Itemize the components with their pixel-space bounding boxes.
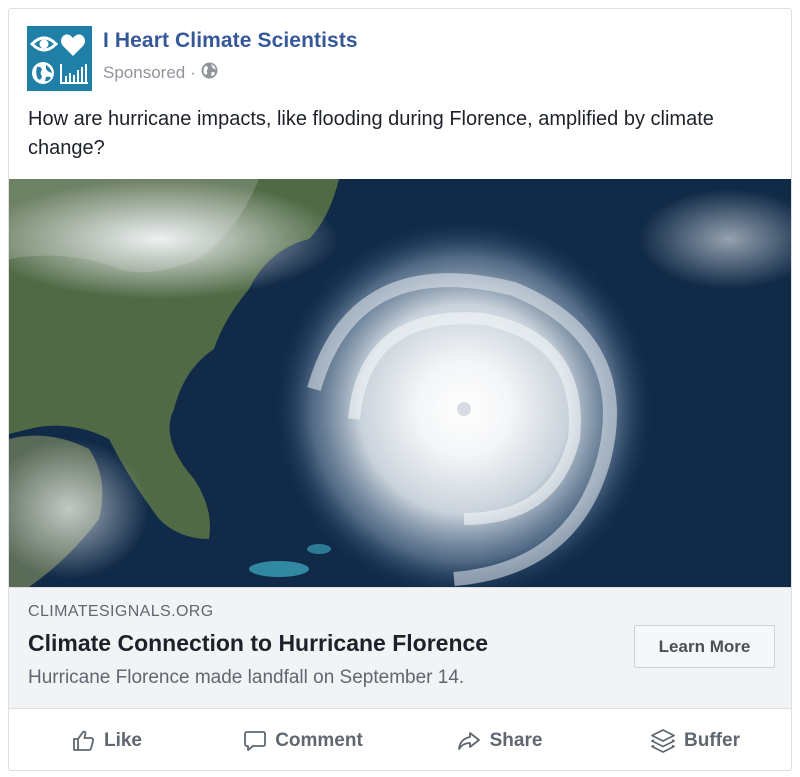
share-arrow-icon bbox=[456, 729, 482, 753]
post-meta: Sponsored · bbox=[103, 62, 218, 84]
globe-icon bbox=[32, 62, 54, 84]
hurricane-satellite-image[interactable] bbox=[9, 179, 791, 587]
sponsored-post-card: I Heart Climate Scientists Sponsored · H… bbox=[8, 8, 792, 771]
link-description: Hurricane Florence made landfall on Sept… bbox=[28, 667, 465, 688]
post-text: How are hurricane impacts, like flooding… bbox=[28, 108, 714, 159]
thumbs-up-icon bbox=[72, 729, 96, 753]
post-actions-bar: Like Comment Share Buffer bbox=[9, 709, 791, 770]
link-title[interactable]: Climate Connection to Hurricane Florence bbox=[28, 630, 488, 657]
meta-separator: · bbox=[190, 63, 196, 82]
learn-more-button[interactable]: Learn More bbox=[634, 625, 775, 668]
buffer-button[interactable]: Buffer bbox=[597, 728, 791, 754]
buffer-stack-icon bbox=[650, 728, 676, 754]
share-button[interactable]: Share bbox=[401, 729, 597, 753]
heart-icon bbox=[61, 34, 85, 56]
page-avatar[interactable] bbox=[27, 26, 92, 91]
comment-button[interactable]: Comment bbox=[205, 729, 401, 753]
comment-label: Comment bbox=[275, 729, 363, 751]
eye-icon bbox=[29, 36, 59, 52]
comment-icon bbox=[243, 729, 267, 753]
link-domain: CLIMATESIGNALS.ORG bbox=[28, 603, 214, 620]
buffer-label: Buffer bbox=[684, 729, 740, 751]
like-button[interactable]: Like bbox=[9, 729, 205, 753]
like-label: Like bbox=[103, 729, 143, 751]
link-preview[interactable]: CLIMATESIGNALS.ORG Climate Connection to… bbox=[9, 587, 791, 709]
share-label: Share bbox=[489, 729, 543, 751]
bar-chart-icon bbox=[60, 64, 88, 84]
hurricane-swirl bbox=[274, 219, 654, 587]
sponsored-label[interactable]: Sponsored bbox=[103, 63, 185, 83]
audience-globe-icon[interactable] bbox=[201, 62, 218, 84]
post-header: I Heart Climate Scientists Sponsored · bbox=[27, 26, 791, 92]
page-name-link[interactable]: I Heart Climate Scientists bbox=[103, 29, 358, 53]
